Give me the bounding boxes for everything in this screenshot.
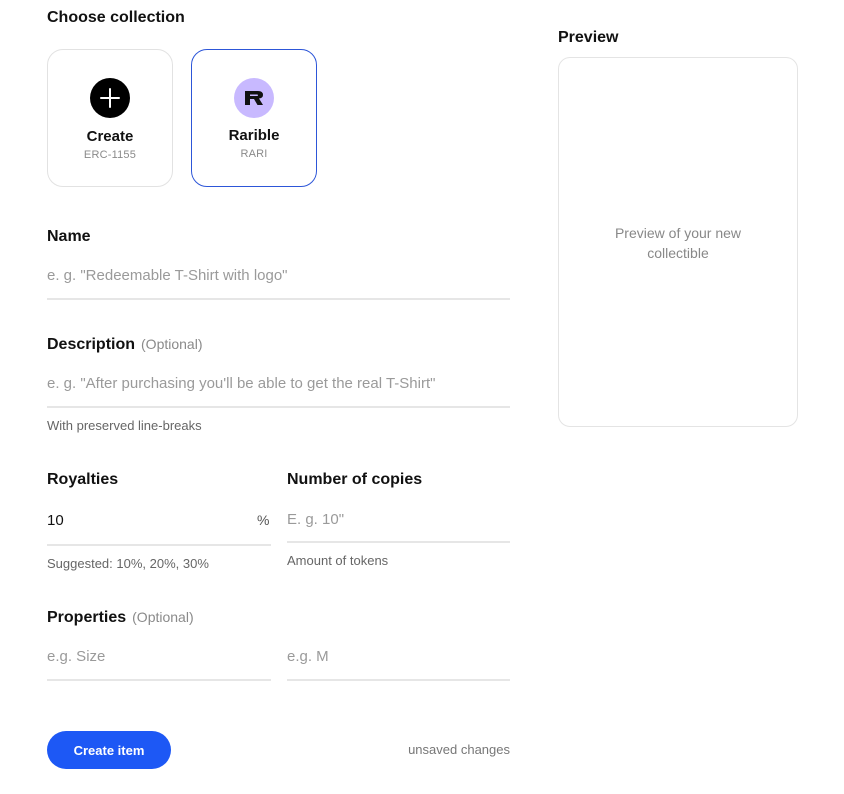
collection-card-subtitle: RARI bbox=[240, 148, 268, 160]
name-underline bbox=[47, 298, 510, 300]
property-value-input[interactable] bbox=[287, 646, 507, 666]
property-key-underline bbox=[47, 679, 271, 681]
copies-label: Number of copies bbox=[287, 471, 423, 488]
description-optional-tag: (Optional) bbox=[141, 336, 203, 352]
royalties-percent-suffix: % bbox=[257, 512, 270, 528]
royalties-underline bbox=[47, 544, 271, 546]
property-value-underline bbox=[287, 679, 510, 681]
collection-card-title: Rarible bbox=[228, 127, 280, 144]
unsaved-changes-status: unsaved changes bbox=[408, 742, 510, 757]
preview-empty-text: Preview of your new collectible bbox=[614, 225, 742, 261]
collection-card-create[interactable]: Create ERC-1155 bbox=[47, 49, 173, 187]
description-hint: With preserved line-breaks bbox=[47, 418, 202, 433]
copies-hint: Amount of tokens bbox=[287, 553, 389, 568]
preview-heading: Preview bbox=[558, 29, 619, 46]
description-label: Description bbox=[47, 336, 136, 353]
collection-card-rarible[interactable]: Rarible RARI bbox=[191, 49, 317, 187]
rarible-logo-icon bbox=[234, 78, 274, 118]
description-label-row: Description (Optional) bbox=[47, 336, 202, 354]
copies-underline bbox=[287, 541, 510, 543]
collection-card-title: Create bbox=[86, 128, 134, 145]
create-item-button[interactable]: Create item bbox=[47, 731, 171, 769]
description-underline bbox=[47, 406, 510, 408]
royalties-label: Royalties bbox=[47, 471, 119, 488]
plus-icon bbox=[90, 78, 130, 118]
preview-panel: Preview of your new collectible bbox=[558, 57, 798, 427]
choose-collection-heading: Choose collection bbox=[47, 9, 185, 26]
properties-optional-tag: (Optional) bbox=[132, 609, 194, 625]
collection-card-subtitle: ERC-1155 bbox=[83, 149, 137, 161]
name-label: Name bbox=[47, 228, 91, 245]
name-input[interactable] bbox=[47, 265, 507, 285]
properties-label: Properties bbox=[47, 609, 127, 626]
property-key-input[interactable] bbox=[47, 646, 267, 666]
description-input[interactable] bbox=[47, 373, 507, 393]
royalties-hint: Suggested: 10%, 20%, 30% bbox=[47, 556, 209, 571]
royalties-input[interactable] bbox=[47, 510, 237, 530]
copies-input[interactable] bbox=[287, 509, 507, 529]
properties-label-row: Properties (Optional) bbox=[47, 609, 194, 627]
